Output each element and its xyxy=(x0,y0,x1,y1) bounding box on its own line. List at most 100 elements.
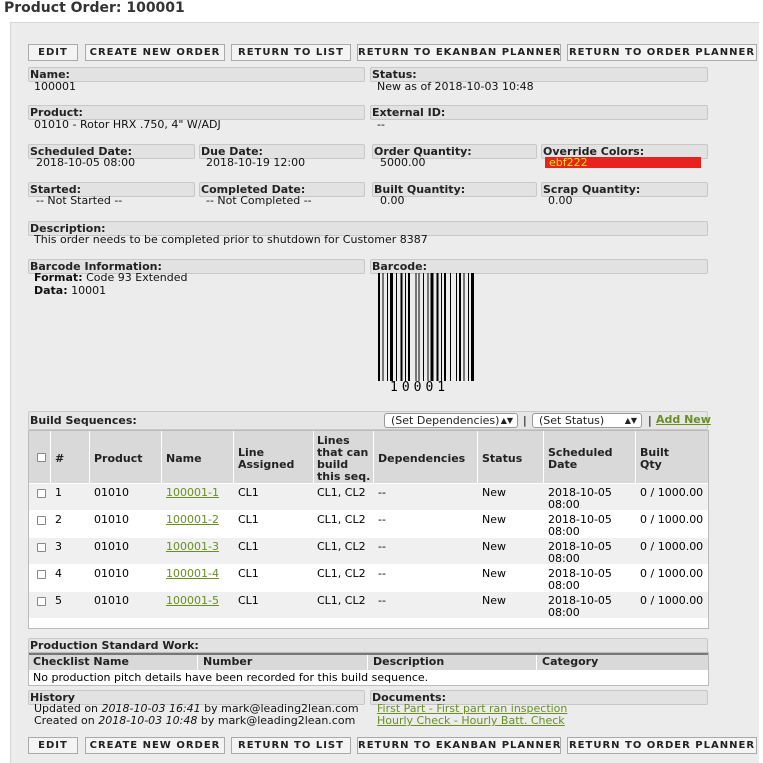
table-row: 5 01010 100001-5 CL1 CL1, CL2 -- New 2018-10-05… xyxy=(29,592,708,619)
name-value: 100001 xyxy=(34,80,76,93)
barcode-bar xyxy=(405,273,406,381)
row-scheduled-time: 08:00 xyxy=(548,579,580,592)
return-to-ekanban-button[interactable]: RETURN TO EKANBAN PLANNER xyxy=(357,737,561,754)
row-name-link[interactable]: 100001-5 xyxy=(166,595,219,607)
build-sequences-table: # Product Name Line Assigned Lines that … xyxy=(28,430,709,629)
create-new-order-button[interactable]: CREATE NEW ORDER xyxy=(85,737,225,754)
barcode-label: Barcode: xyxy=(370,259,708,274)
col-category: Category xyxy=(542,655,599,668)
row-status: New xyxy=(482,567,506,580)
override-color-swatch: ebf222 xyxy=(545,157,701,168)
edit-button[interactable]: EDIT xyxy=(28,44,78,61)
row-checkbox[interactable] xyxy=(37,570,46,579)
barcode-bar xyxy=(459,273,461,381)
row-built-qty: 0 / 1000.00 xyxy=(640,513,704,526)
row-num: 4 xyxy=(55,567,62,580)
status-value: New as of 2018-10-03 10:48 xyxy=(377,80,534,93)
order-quantity-value: 5000.00 xyxy=(380,156,426,169)
row-product: 01010 xyxy=(94,594,129,607)
table-row: 1 01010 100001-1 CL1 CL1, CL2 -- New 2018-10-05… xyxy=(29,484,708,511)
row-status: New xyxy=(482,540,506,553)
col-name: Name xyxy=(166,452,202,465)
row-lines-can-build: CL1, CL2 xyxy=(317,567,366,580)
col-status: Status xyxy=(482,452,523,465)
barcode-bar xyxy=(382,273,384,381)
row-line-assigned: CL1 xyxy=(238,513,259,526)
barcode-text: 10001 xyxy=(390,380,450,395)
barcode-bar xyxy=(463,273,465,381)
row-name-link[interactable]: 100001-1 xyxy=(166,487,219,499)
standard-work-table: Checklist Name Number Description Catego… xyxy=(28,652,709,686)
barcode-image xyxy=(376,273,502,381)
row-product: 01010 xyxy=(94,513,129,526)
row-status: New xyxy=(482,594,506,607)
table-row: 4 01010 100001-4 CL1 CL1, CL2 -- New 2018-10-05… xyxy=(29,565,708,592)
barcode-bar xyxy=(468,273,469,381)
production-standard-work-label: Production Standard Work: xyxy=(28,638,708,653)
name-label: Name: xyxy=(28,67,365,82)
page-title: Product Order: 100001 xyxy=(4,0,185,16)
col-product: Product xyxy=(94,452,143,465)
row-name-link[interactable]: 100001-3 xyxy=(166,541,219,553)
select-all-checkbox[interactable] xyxy=(37,453,46,462)
row-name-link[interactable]: 100001-2 xyxy=(166,514,219,526)
row-line-assigned: CL1 xyxy=(238,567,259,580)
row-dependencies: -- xyxy=(378,540,386,553)
return-to-list-button[interactable]: RETURN TO LIST xyxy=(231,44,351,61)
row-lines-can-build: CL1, CL2 xyxy=(317,486,366,499)
row-num: 1 xyxy=(55,486,62,499)
barcode-bar xyxy=(418,273,420,381)
barcode-bar xyxy=(471,273,474,381)
row-built-qty: 0 / 1000.00 xyxy=(640,567,704,580)
row-dependencies: -- xyxy=(378,567,386,580)
barcode-bar xyxy=(430,273,434,381)
row-line-assigned: CL1 xyxy=(238,594,259,607)
set-dependencies-select[interactable]: (Set Dependencies) ▲▼ xyxy=(384,413,518,428)
barcode-bar xyxy=(415,273,417,381)
return-to-order-planner-button[interactable]: RETURN TO ORDER PLANNER xyxy=(567,44,757,61)
row-status: New xyxy=(482,486,506,499)
row-checkbox[interactable] xyxy=(37,516,46,525)
set-status-select[interactable]: (Set Status) ▲▼ xyxy=(532,413,642,428)
return-to-list-button[interactable]: RETURN TO LIST xyxy=(231,737,351,754)
col-num: # xyxy=(55,452,65,465)
row-scheduled-time: 08:00 xyxy=(548,606,580,619)
description-value: This order needs to be completed prior t… xyxy=(34,233,428,246)
row-scheduled-time: 08:00 xyxy=(548,525,580,538)
standard-work-header: Checklist Name Number Description Catego… xyxy=(29,653,708,670)
barcode-bar xyxy=(441,273,442,381)
return-to-ekanban-button[interactable]: RETURN TO EKANBAN PLANNER xyxy=(357,44,561,61)
row-checkbox[interactable] xyxy=(37,489,46,498)
barcode-bar xyxy=(436,273,439,381)
table-header: # Product Name Line Assigned Lines that … xyxy=(29,431,708,483)
barcode-bar xyxy=(444,273,446,381)
row-checkbox[interactable] xyxy=(37,597,46,606)
barcode-bar xyxy=(400,273,403,381)
row-product: 01010 xyxy=(94,540,129,553)
create-new-order-button[interactable]: CREATE NEW ORDER xyxy=(85,44,225,61)
due-date-value: 2018-10-19 12:00 xyxy=(206,156,306,169)
row-name-link[interactable]: 100001-4 xyxy=(166,568,219,580)
separator: | xyxy=(523,414,527,427)
row-dependencies: -- xyxy=(378,594,386,607)
row-status: New xyxy=(482,513,506,526)
col-line-assigned: Line Assigned xyxy=(238,446,295,471)
document-link-hourly-check[interactable]: Hourly Check - Hourly Batt. Check xyxy=(377,715,565,727)
row-num: 2 xyxy=(55,513,62,526)
row-product: 01010 xyxy=(94,486,129,499)
col-description: Description xyxy=(373,655,445,668)
scheduled-date-value: 2018-10-05 08:00 xyxy=(36,156,136,169)
return-to-order-planner-button[interactable]: RETURN TO ORDER PLANNER xyxy=(567,737,757,754)
history-created: Created on 2018-10-03 10:48 by mark@lead… xyxy=(34,714,356,727)
edit-button[interactable]: EDIT xyxy=(28,737,78,754)
add-new-link[interactable]: Add New xyxy=(656,413,711,426)
barcode-data: Data: 10001 xyxy=(34,284,107,297)
separator: | xyxy=(648,414,652,427)
barcode-format: Format: Code 93 Extended xyxy=(34,271,188,284)
row-checkbox[interactable] xyxy=(37,543,46,552)
barcode-bar xyxy=(378,273,380,381)
completed-date-value: -- Not Completed -- xyxy=(206,194,312,207)
barcode-bar xyxy=(396,273,397,381)
row-dependencies: -- xyxy=(378,513,386,526)
external-id-label: External ID: xyxy=(370,105,708,120)
